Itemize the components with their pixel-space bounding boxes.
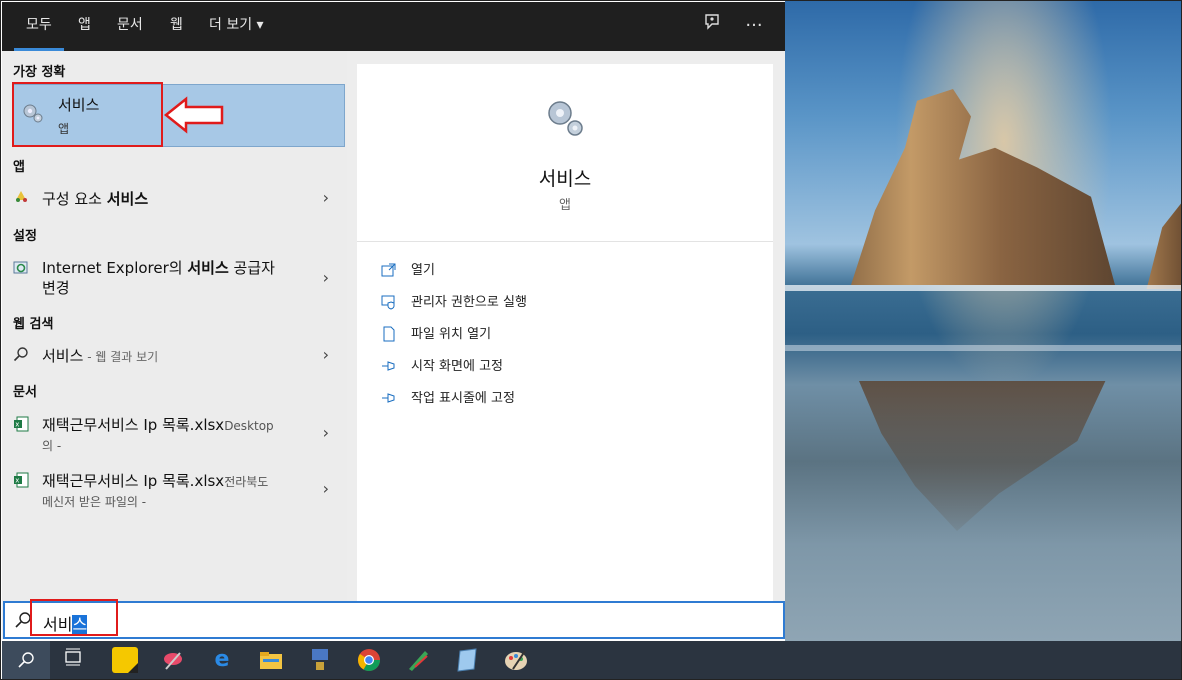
excel-file-icon: x <box>12 472 30 490</box>
label-text: Internet Explorer의 <box>42 259 188 277</box>
preview-title: 서비스 <box>538 168 592 190</box>
chevron-right-icon[interactable]: › <box>323 188 329 207</box>
list-item-label: 재택근무서비스 Ip 목록.xlsxDesktop <box>42 414 302 435</box>
list-item-label: 재택근무서비스 Ip 목록.xlsx전라북도 <box>42 470 302 491</box>
open-icon <box>381 262 399 280</box>
label-text: 공급자 <box>228 259 275 277</box>
feedback-icon[interactable] <box>698 12 726 40</box>
shield-icon <box>381 294 399 312</box>
settings-header: 설정 <box>13 229 37 244</box>
taskbar-search-button[interactable] <box>2 641 50 679</box>
doc-title: 재택근무서비스 Ip 목록.xlsx <box>42 472 225 490</box>
list-item[interactable]: x 재택근무서비스 Ip 목록.xlsx전라북도 메신저 받은 파일의 - › <box>12 469 345 513</box>
chrome-icon[interactable] <box>356 647 382 673</box>
label-text-line2: 변경 <box>42 279 70 297</box>
more-options-button[interactable]: ··· <box>740 12 768 40</box>
excel-file-icon: x <box>12 416 30 434</box>
internet-explorer-icon[interactable]: e <box>209 647 235 673</box>
action-label: 시작 화면에 고정 <box>411 359 503 374</box>
doc-location-line2: 의 - <box>42 439 62 453</box>
list-item[interactable]: x 재택근무서비스 Ip 목록.xlsxDesktop 의 - › <box>12 413 345 457</box>
label-text: 서비스 <box>42 347 84 365</box>
search-box[interactable]: 서비스 <box>3 601 785 639</box>
gears-icon <box>543 96 587 140</box>
chevron-right-icon[interactable]: › <box>323 345 329 364</box>
label-text: 구성 요소 <box>42 190 107 208</box>
pen-app-icon[interactable] <box>405 647 431 673</box>
best-match-header: 가장 정확 <box>13 65 66 80</box>
action-label: 관리자 권한으로 실행 <box>411 295 527 310</box>
file-explorer-icon[interactable] <box>258 647 284 673</box>
tab-all[interactable]: 모두 <box>14 2 64 51</box>
notepad-icon[interactable] <box>454 647 480 673</box>
action-label: 파일 위치 열기 <box>411 327 492 342</box>
svg-text:x: x <box>15 421 19 429</box>
label-suffix: - 웹 결과 보기 <box>83 350 159 364</box>
file-location-icon <box>381 326 399 344</box>
label-highlight: 서비스 <box>187 259 229 277</box>
label-highlight: 서비스 <box>106 190 149 208</box>
tab-web[interactable]: 웹 <box>158 2 195 51</box>
pin-icon <box>381 358 399 376</box>
list-item-label: 서비스 - 웹 결과 보기 <box>42 345 158 366</box>
doc-location: 전라북도 <box>224 475 269 489</box>
chevron-right-icon[interactable]: › <box>323 268 329 287</box>
sticky-notes-icon[interactable] <box>112 647 138 673</box>
screenshot-frame: 모두 앱 문서 웹 더 보기 ▾ ··· 가장 정확 서비스 앱 앱 구성 요소… <box>0 0 1182 680</box>
network-icon[interactable] <box>307 647 333 673</box>
list-item[interactable]: 서비스 - 웹 결과 보기 › <box>12 343 345 369</box>
web-search-header: 웹 검색 <box>13 317 54 332</box>
search-icon <box>12 346 30 364</box>
ie-settings-icon <box>12 260 30 278</box>
taskbar: e <box>2 641 1181 679</box>
component-services-icon <box>12 189 30 207</box>
desktop-wallpaper <box>785 1 1181 641</box>
annotation-highlight-box <box>12 82 163 147</box>
annotation-arrow-icon <box>164 96 224 134</box>
chevron-right-icon[interactable]: › <box>323 423 329 442</box>
tab-more[interactable]: 더 보기 ▾ <box>197 2 276 51</box>
tab-apps[interactable]: 앱 <box>66 2 103 51</box>
preview-pane: 서비스 앱 열기 관리자 권한으로 실행 파일 위치 열기 시작 화면에 고정 … <box>357 64 773 601</box>
search-filter-bar: 모두 앱 문서 웹 더 보기 ▾ ··· <box>2 2 785 51</box>
action-label: 작업 표시줄에 고정 <box>411 391 515 406</box>
list-item[interactable]: Internet Explorer의 서비스 공급자 변경 › <box>12 256 345 300</box>
wallpaper-surf <box>785 345 1181 351</box>
action-label: 열기 <box>411 263 435 278</box>
task-view-icon[interactable] <box>60 647 86 673</box>
list-item[interactable]: 구성 요소 서비스 › <box>12 186 345 212</box>
preview-subtitle: 앱 <box>559 198 571 213</box>
snipping-tool-icon[interactable] <box>160 647 186 673</box>
apps-header: 앱 <box>13 160 25 175</box>
doc-location: Desktop <box>224 419 274 433</box>
pin-icon <box>381 390 399 408</box>
search-icon <box>18 652 34 668</box>
chevron-down-icon: ▾ <box>256 17 264 33</box>
list-item-label: 구성 요소 서비스 <box>42 188 148 209</box>
preview-divider <box>357 241 773 242</box>
doc-location-line2: 메신저 받은 파일의 - <box>42 495 147 509</box>
doc-title: 재택근무서비스 Ip 목록.xlsx <box>42 416 225 434</box>
list-item-label: Internet Explorer의 서비스 공급자 변경 <box>42 258 275 298</box>
annotation-search-box <box>30 599 118 636</box>
paint-icon[interactable] <box>503 647 529 673</box>
documents-header: 문서 <box>13 385 37 400</box>
wallpaper-surf <box>785 285 1181 291</box>
tab-documents[interactable]: 문서 <box>105 2 155 51</box>
svg-text:x: x <box>15 477 19 485</box>
tab-more-label: 더 보기 <box>209 17 253 33</box>
chevron-right-icon[interactable]: › <box>323 479 329 498</box>
